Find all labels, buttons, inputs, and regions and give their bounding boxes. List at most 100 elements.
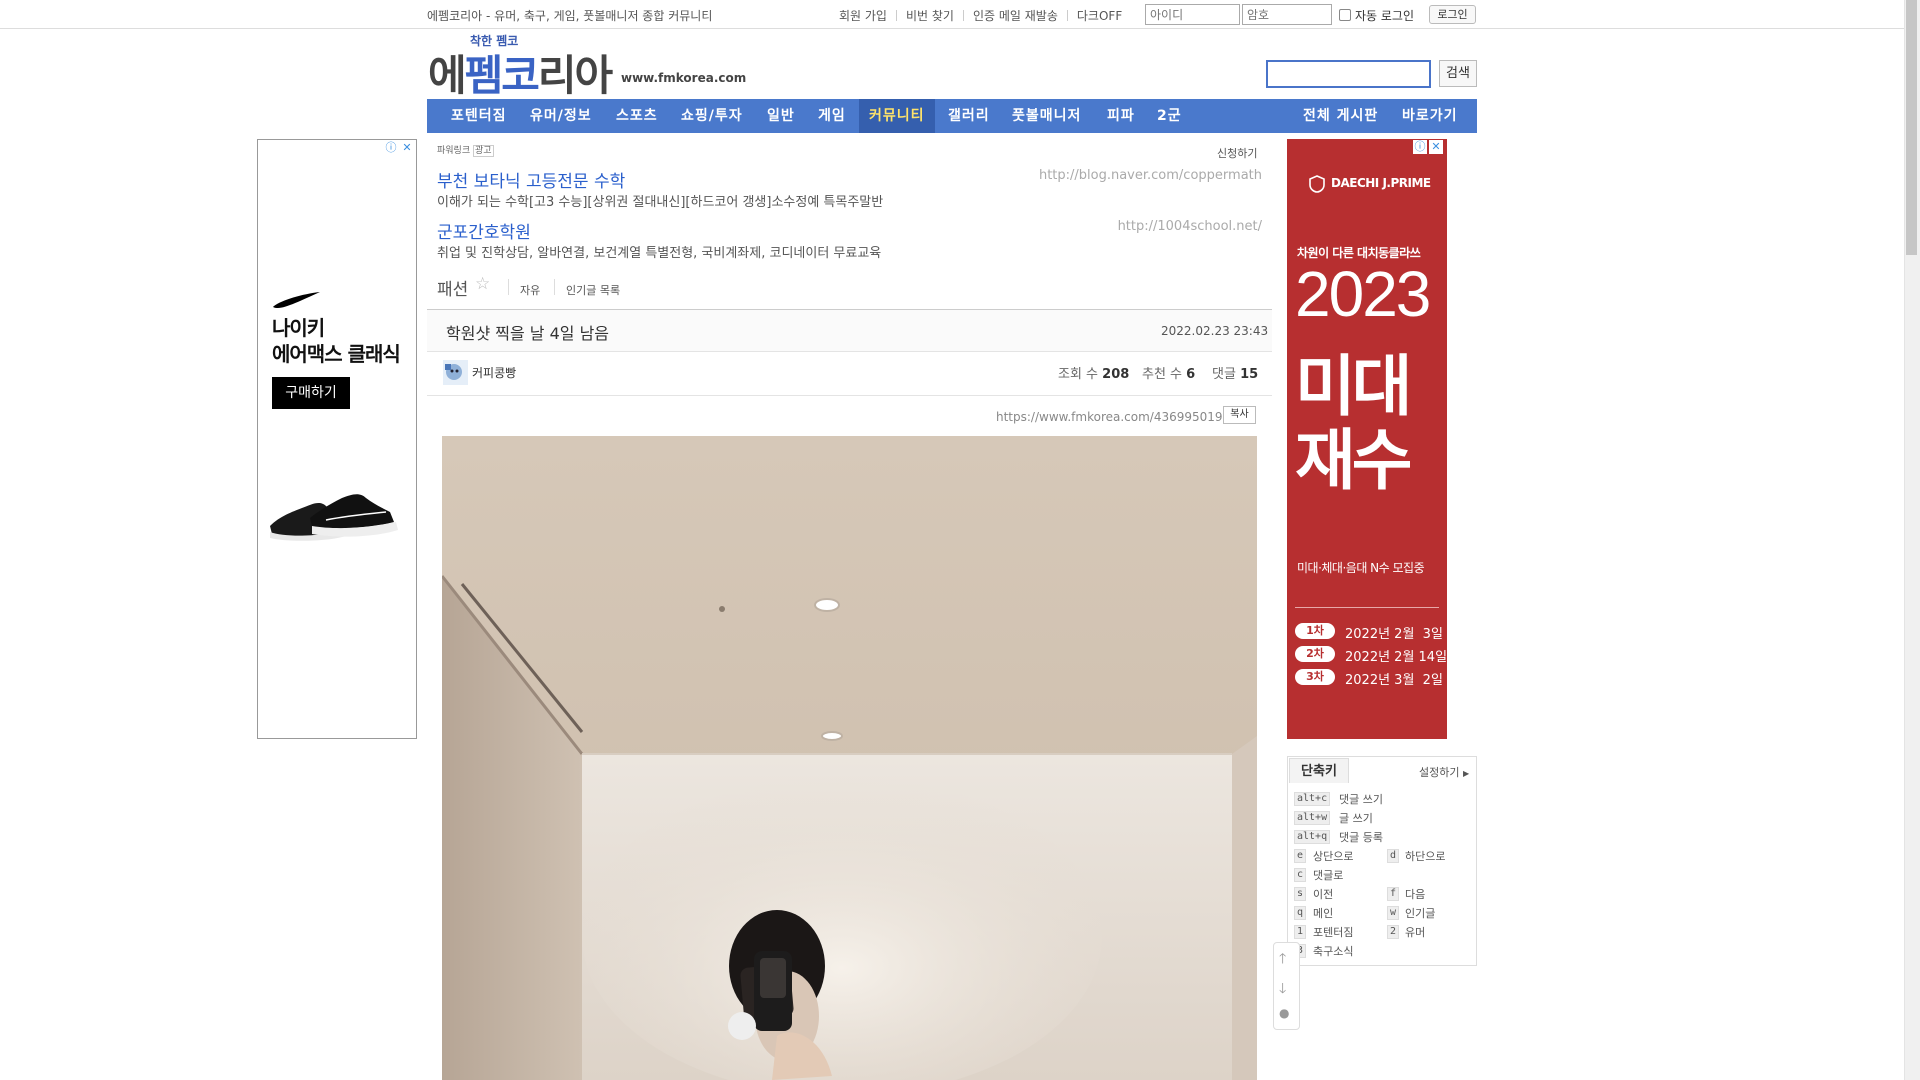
- ad-info-icon[interactable]: ⓘ: [1413, 140, 1427, 154]
- view-count-label: 조회 수: [1058, 367, 1099, 382]
- nav-item-all-boards[interactable]: 전체 게시판: [1303, 99, 1378, 133]
- powerlink-label: 파워링크 광고: [437, 143, 494, 157]
- shield-logo-icon: [1309, 175, 1325, 193]
- nav-item-game[interactable]: 게임: [818, 99, 846, 133]
- ad-right-title2: 재수: [1295, 422, 1412, 499]
- schedule-round: 1차: [1295, 623, 1335, 639]
- id-input[interactable]: [1145, 4, 1240, 25]
- search-button[interactable]: 검색: [1439, 60, 1477, 87]
- site-tagline: 에펨코리아 - 유머, 축구, 게임, 풋볼매니저 종합 커뮤니티: [427, 9, 713, 23]
- shortcut-tab[interactable]: 단축키: [1289, 758, 1349, 783]
- divider: [508, 279, 509, 295]
- comment-count-label: 댓글: [1212, 367, 1236, 382]
- shortcut-label: 유머: [1405, 926, 1426, 939]
- comment-icon[interactable]: ●: [1279, 1006, 1289, 1020]
- view-count-value: 208: [1102, 367, 1130, 382]
- find-password-link[interactable]: 비번 찾기: [906, 7, 954, 24]
- right-ad-banner[interactable]: ⓘ ✕ DAECHI J.PRIME 차원이 다른 대치동클라쓰 2023 미대…: [1287, 139, 1447, 739]
- nav-item-2gun[interactable]: 2군: [1157, 99, 1182, 133]
- site-logo[interactable]: 에펨코리아: [428, 42, 613, 103]
- powerlink-url[interactable]: http://1004school.net/: [1118, 219, 1262, 234]
- arrow-up-icon[interactable]: 🡑: [1279, 948, 1286, 972]
- scrollbar-thumb[interactable]: [1906, 0, 1917, 255]
- ad-info-icon[interactable]: ⓘ: [384, 141, 398, 155]
- nav-item-poten[interactable]: 포텐터짐: [451, 99, 507, 133]
- ad-right-year: 2023: [1295, 258, 1431, 330]
- password-input[interactable]: [1242, 4, 1332, 25]
- powerlink-title[interactable]: 군포간호학원: [437, 218, 531, 243]
- divider: [1295, 607, 1439, 608]
- divider: [962, 10, 964, 21]
- comment-count[interactable]: 댓글 15: [1212, 363, 1258, 382]
- avatar-image: [443, 360, 468, 385]
- auto-login-checkbox[interactable]: [1339, 9, 1351, 21]
- caret-right-icon: ▶: [1462, 769, 1470, 778]
- divider: [554, 279, 555, 295]
- arrow-down-icon[interactable]: 🡓: [1279, 978, 1286, 1002]
- schedule-date: 2022년 2월 3일: [1345, 627, 1443, 642]
- powerlink-apply-link[interactable]: 신청하기: [1217, 145, 1257, 161]
- nav-item-community[interactable]: 커뮤니티: [859, 99, 935, 133]
- shortcut-key: w: [1387, 906, 1400, 920]
- ad-tag: 광고: [473, 145, 494, 157]
- schedule-round: 3차: [1295, 669, 1335, 685]
- shortcut-label: 다음: [1405, 888, 1426, 901]
- vote-count-label: 추천 수: [1142, 367, 1183, 382]
- avatar[interactable]: [443, 360, 468, 385]
- star-icon[interactable]: ☆: [475, 274, 490, 294]
- shortcut-label: 하단으로: [1405, 850, 1446, 863]
- nav-item-sports[interactable]: 스포츠: [616, 99, 658, 133]
- nav-item-general[interactable]: 일반: [767, 99, 795, 133]
- nav-item-fifa[interactable]: 피파: [1107, 99, 1135, 133]
- copy-url-button[interactable]: 복사: [1223, 406, 1256, 424]
- nike-swoosh-icon: [273, 292, 320, 308]
- logo-text: 펨: [464, 52, 504, 99]
- nav-item-shopping[interactable]: 쇼핑/투자: [681, 99, 743, 133]
- main-nav: 포텐터짐 유머/정보 스포츠 쇼핑/투자 일반 게임 커뮤니티 갤러리 풋볼매니…: [427, 99, 1477, 133]
- nav-item-humor[interactable]: 유머/정보: [530, 99, 592, 133]
- nav-item-gallery[interactable]: 갤러리: [948, 99, 990, 133]
- shortcut-label: 포텐터짐: [1313, 926, 1354, 939]
- powerlink-desc: 이해가 되는 수학[고3 수능][상위권 절대내신][하드코어 갱생]소수정예 …: [437, 195, 884, 210]
- author-name[interactable]: 커피콩빵: [472, 364, 516, 381]
- shortcut-label: 이전: [1313, 888, 1334, 901]
- breadcrumb-free[interactable]: 자유: [520, 282, 540, 298]
- shortcut-label: 메인: [1313, 907, 1334, 920]
- site-url: www.fmkorea.com: [621, 71, 747, 85]
- search-input[interactable]: [1266, 60, 1431, 88]
- post-permalink[interactable]: https://www.fmkorea.com/4369950195: [996, 410, 1230, 424]
- shortcut-key: d: [1387, 849, 1400, 863]
- shortcut-label: 상단으로: [1313, 850, 1354, 863]
- board-name[interactable]: 패션: [437, 275, 468, 300]
- shortcut-label: 댓글 등록: [1339, 831, 1383, 844]
- resend-mail-link[interactable]: 인증 메일 재발송: [973, 7, 1058, 24]
- ad-product: 에어맥스 클래식: [272, 342, 401, 366]
- shortcut-key: e: [1294, 849, 1307, 863]
- nav-item-fm[interactable]: 풋볼매니저: [1012, 99, 1081, 133]
- logo-text: 코: [501, 52, 540, 99]
- shortcut-label: 댓글 쓰기: [1339, 793, 1383, 806]
- powerlink-label-text: 파워링크: [437, 146, 471, 156]
- powerlink-url[interactable]: http://blog.naver.com/coppermath: [1039, 168, 1262, 183]
- top-links: 회원 가입 비번 찾기 인증 메일 재발송 다크OFF: [839, 7, 1122, 24]
- shortcut-settings-link[interactable]: 설정하기 ▶: [1419, 764, 1469, 780]
- vote-count: 추천 수 6: [1142, 363, 1195, 382]
- ad-right-title1: 미대: [1295, 348, 1412, 425]
- signup-link[interactable]: 회원 가입: [839, 7, 887, 24]
- breadcrumb-popular[interactable]: 인기글 목록: [566, 282, 620, 298]
- ad-close-icon[interactable]: ✕: [400, 141, 414, 155]
- divider: [895, 10, 897, 21]
- ad-buy-button[interactable]: 구매하기: [272, 377, 350, 409]
- nav-item-shortcuts[interactable]: 바로가기: [1402, 99, 1458, 133]
- login-button[interactable]: 로그인: [1429, 5, 1476, 24]
- dark-mode-toggle[interactable]: 다크OFF: [1077, 7, 1122, 24]
- ad-close-icon[interactable]: ✕: [1429, 140, 1443, 154]
- shortcut-label: 글 쓰기: [1339, 812, 1373, 825]
- shortcut-label: 인기글: [1405, 907, 1436, 920]
- comment-count-value: 15: [1240, 367, 1259, 382]
- shortcut-key: c: [1294, 868, 1307, 882]
- shortcut-label: 댓글로: [1313, 869, 1344, 882]
- sneaker-image: [270, 494, 398, 541]
- powerlink-title[interactable]: 부천 보타닉 고등전문 수학: [437, 167, 625, 192]
- left-ad-banner[interactable]: ⓘ ✕ 나이키 에어맥스 클래식 구매하기: [257, 139, 417, 739]
